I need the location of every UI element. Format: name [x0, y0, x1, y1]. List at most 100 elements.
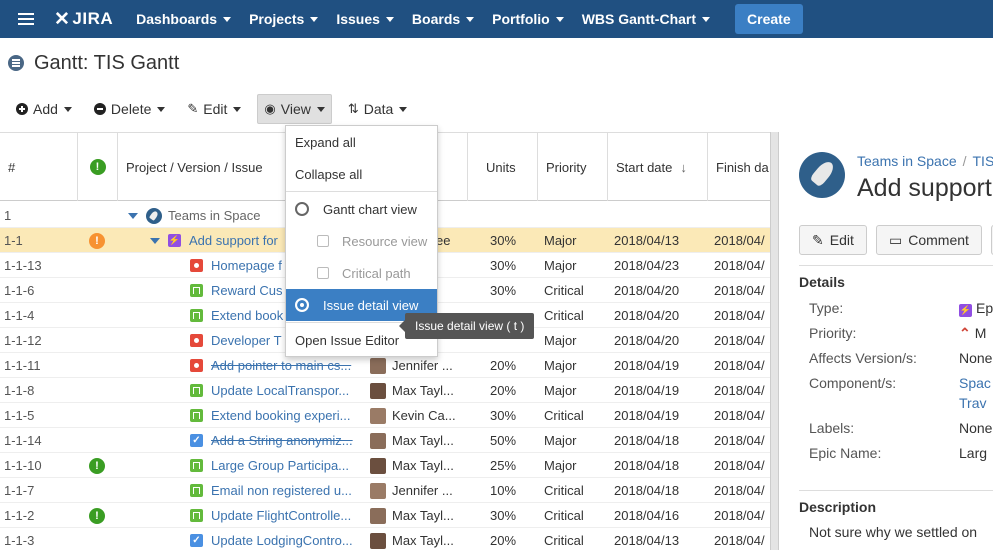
issue-name[interactable]: Reward Cus [211, 283, 283, 298]
header-units[interactable]: Units [468, 133, 538, 201]
field-label: Component/s: [809, 375, 897, 391]
top-navigation-bar: ✕ JIRA Dashboards Projects Issues Boards … [0, 0, 993, 38]
add-button[interactable]: Add [10, 94, 78, 124]
delete-button[interactable]: Delete [88, 94, 171, 124]
menu-gantt-chart-view[interactable]: Gantt chart view [286, 193, 437, 225]
table-row[interactable]: 1-1-3 ✓ Update LodgingContro... Max Tayl...… [0, 528, 770, 550]
field-label: Affects Version/s: [809, 350, 917, 366]
units-cell [470, 203, 536, 228]
issue-name[interactable]: Extend booking experi... [211, 408, 350, 423]
collapse-icon[interactable] [150, 237, 160, 244]
avatar [370, 382, 386, 399]
finish-date-cell: 2018/04/ [714, 333, 765, 348]
breadcrumb-issue-key[interactable]: TIS [973, 153, 993, 169]
jira-logo[interactable]: ✕ JIRA [54, 8, 113, 31]
issue-name[interactable]: Developer T [211, 333, 282, 348]
nav-label: Issues [336, 11, 380, 27]
issue-name[interactable]: Add a String anonymiz... [211, 433, 353, 448]
collapse-icon[interactable] [128, 212, 138, 219]
issue-name-cell[interactable]: Email non registered u... [118, 478, 366, 503]
row-number: 1-1-3 [4, 533, 35, 548]
issue-name[interactable]: Update FlightControlle... [211, 508, 351, 523]
menu-icon[interactable] [18, 13, 34, 25]
assignee-name: Max Tayl... [392, 533, 454, 548]
issue-name-cell[interactable]: ✓ Update LodgingContro... [118, 528, 366, 550]
avatar [370, 532, 386, 549]
assignee-cell: Max Tayl... [370, 378, 466, 403]
menu-resource-view[interactable]: Resource view [286, 225, 437, 257]
issue-name[interactable]: Add pointer to main cs... [211, 358, 351, 373]
units-cell: 20% [489, 533, 517, 548]
checkbox-icon [317, 235, 329, 247]
chevron-down-icon [223, 16, 232, 22]
start-date-cell: 2018/04/19 [614, 358, 680, 373]
priority-cell: Major [544, 433, 577, 448]
field-value[interactable]: Spac [959, 375, 991, 395]
issue-name[interactable]: Large Group Participa... [211, 458, 349, 473]
issue-name[interactable]: Add support for [189, 233, 278, 248]
data-button[interactable]: ⇅ Data [342, 94, 413, 124]
nav-label: Projects [249, 11, 305, 27]
issue-name-cell[interactable]: Extend booking experi... [118, 403, 366, 428]
row-flag [78, 403, 116, 428]
panel-splitter[interactable] [770, 132, 779, 550]
nav-boards[interactable]: Boards [403, 11, 483, 27]
issue-name-cell[interactable]: Update LocalTranspor... [118, 378, 366, 403]
field-value[interactable]: Trav [959, 395, 986, 415]
header-priority[interactable]: Priority [538, 133, 608, 201]
issue-name-cell[interactable]: Large Group Participa... [118, 453, 366, 478]
finish-date-cell: 2018/04/ [714, 483, 765, 498]
menu-critical-path[interactable]: Critical path [286, 257, 437, 289]
start-date-cell: 2018/04/16 [614, 508, 680, 523]
edit-button[interactable]: ✎ Edit [181, 94, 247, 124]
detail-field-row: Affects Version/s: None [809, 350, 993, 370]
view-button[interactable]: ◉ View [257, 94, 332, 124]
field-label: Type: [809, 300, 844, 316]
issue-name[interactable]: Update LodgingContro... [211, 533, 353, 548]
table-row[interactable]: 1-1-7 Email non registered u... Jennifer .… [0, 478, 770, 503]
story-icon [190, 459, 203, 472]
comment-button[interactable]: ▭ Comment [876, 225, 982, 255]
bug-icon [190, 359, 203, 372]
nav-wbs-gantt-chart[interactable]: WBS Gantt-Chart [573, 11, 719, 27]
breadcrumb-project[interactable]: Teams in Space [857, 153, 957, 169]
table-row[interactable]: 1-1-14 ✓ Add a String anonymiz... Max Tayl.… [0, 428, 770, 453]
assignee-name: Max Tayl... [392, 383, 454, 398]
finish-date-cell: 2018/04/ [714, 358, 765, 373]
chevron-down-icon [233, 106, 242, 112]
issue-name-cell[interactable]: ✓ Add a String anonymiz... [118, 428, 366, 453]
epic-icon: ⚡ [959, 304, 972, 317]
priority-critical-icon: ⌃ [959, 325, 971, 341]
row-flag [78, 203, 116, 228]
nav-issues[interactable]: Issues [327, 11, 403, 27]
tooltip: Issue detail view ( t ) [398, 313, 535, 339]
header-flag[interactable]: ! [78, 133, 118, 201]
issue-name[interactable]: Email non registered u... [211, 483, 352, 498]
create-button[interactable]: Create [735, 4, 803, 34]
table-row[interactable]: 1-1-2! Update FlightControlle... Max Tayl.… [0, 503, 770, 528]
warning-icon: ! [89, 457, 105, 474]
row-number: 1-1 [4, 233, 23, 248]
priority-cell: Major [544, 333, 577, 348]
header-start-date[interactable]: Start date ↓ [608, 133, 708, 201]
avatar [370, 407, 386, 424]
issue-name-cell[interactable]: Update FlightControlle... [118, 503, 366, 528]
start-date-cell: 2018/04/20 [614, 333, 680, 348]
data-label: Data [363, 101, 394, 117]
header-num[interactable]: # [0, 133, 78, 201]
issue-name[interactable]: Homepage f [211, 258, 282, 273]
table-row[interactable]: 1-1-10! Large Group Participa... Max Tayl.… [0, 453, 770, 478]
header-finish-date[interactable]: Finish da [708, 133, 770, 201]
issue-name[interactable]: Extend book [211, 308, 283, 323]
issue-name[interactable]: Update LocalTranspor... [211, 383, 349, 398]
table-row[interactable]: 1-1-5 Extend booking experi... Kevin Ca...… [0, 403, 770, 428]
detail-edit-button[interactable]: ✎ Edit [799, 225, 867, 255]
nav-portfolio[interactable]: Portfolio [483, 11, 573, 27]
nav-projects[interactable]: Projects [240, 11, 327, 27]
edit-label: Edit [203, 101, 228, 117]
nav-dashboards[interactable]: Dashboards [127, 11, 240, 27]
table-row[interactable]: 1-1-8 Update LocalTranspor... Max Tayl... 2… [0, 378, 770, 403]
menu-collapse-all[interactable]: Collapse all [286, 158, 437, 190]
warning-icon: ! [89, 159, 106, 175]
menu-expand-all[interactable]: Expand all [286, 126, 437, 158]
